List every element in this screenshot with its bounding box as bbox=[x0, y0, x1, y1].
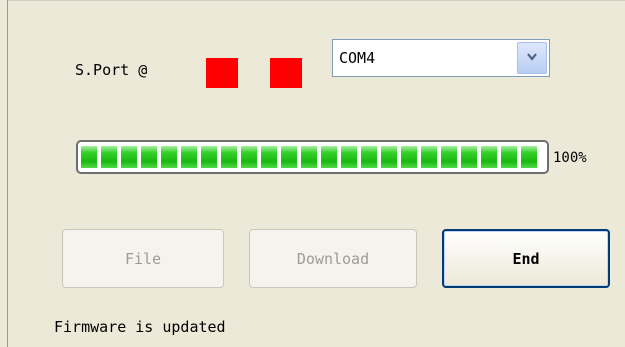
progress-segment bbox=[501, 146, 517, 168]
progress-segment bbox=[201, 146, 217, 168]
progress-bar bbox=[76, 140, 549, 174]
progress-segment bbox=[481, 146, 497, 168]
progress-segment bbox=[461, 146, 477, 168]
progress-segment bbox=[421, 146, 437, 168]
progress-percent-label: 100% bbox=[553, 150, 587, 166]
status-message: Firmware is updated bbox=[54, 318, 226, 336]
port-status-indicator-1 bbox=[206, 58, 238, 88]
progress-segment bbox=[181, 146, 197, 168]
com-port-select[interactable]: COM4 bbox=[332, 39, 550, 77]
progress-segment bbox=[301, 146, 317, 168]
download-button[interactable]: Download bbox=[249, 229, 417, 288]
dropdown-button[interactable] bbox=[517, 42, 547, 74]
progress-segment bbox=[101, 146, 117, 168]
chevron-down-icon bbox=[527, 53, 537, 61]
progress-segment bbox=[381, 146, 397, 168]
progress-segment bbox=[321, 146, 337, 168]
progress-segment bbox=[521, 146, 537, 168]
progress-segment bbox=[401, 146, 417, 168]
port-status-indicator-2 bbox=[270, 58, 302, 88]
top-divider bbox=[8, 0, 625, 1]
progress-segment bbox=[341, 146, 357, 168]
progress-fill bbox=[81, 146, 545, 168]
progress-segment bbox=[161, 146, 177, 168]
progress-segment bbox=[141, 146, 157, 168]
progress-segment bbox=[441, 146, 457, 168]
progress-segment bbox=[81, 146, 97, 168]
end-button[interactable]: End bbox=[442, 229, 610, 288]
progress-segment bbox=[361, 146, 377, 168]
file-button[interactable]: File bbox=[62, 229, 224, 288]
progress-segment bbox=[241, 146, 257, 168]
progress-segment bbox=[281, 146, 297, 168]
progress-segment bbox=[121, 146, 137, 168]
serial-port-label: S.Port @ bbox=[75, 61, 148, 79]
progress-segment bbox=[221, 146, 237, 168]
com-port-selected-value: COM4 bbox=[339, 49, 376, 67]
progress-segment bbox=[261, 146, 277, 168]
